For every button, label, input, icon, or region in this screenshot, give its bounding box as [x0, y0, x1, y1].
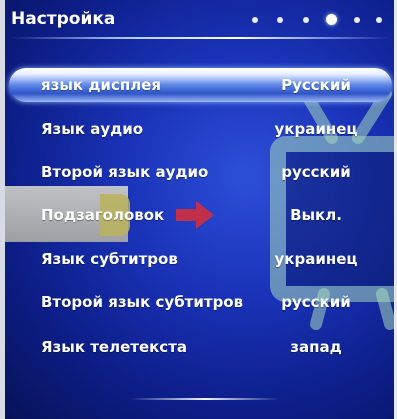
- page-dot[interactable]: [376, 17, 382, 23]
- menu-item-label: Язык телетекста: [41, 338, 188, 356]
- menu-item-value: Русский: [281, 76, 351, 94]
- menu-item-label: Подзаголовок: [41, 206, 165, 224]
- bottom-divider: [130, 398, 280, 400]
- menu-item-value: запад: [290, 338, 342, 356]
- page-dot[interactable]: [252, 17, 258, 23]
- title-divider: [10, 37, 390, 39]
- menu-item-display-language[interactable]: язык дисплея Русский: [9, 68, 392, 102]
- menu-item-audio-language[interactable]: Язык аудио украинец: [9, 112, 392, 146]
- menu-item-subtitle[interactable]: Подзаголовок Выкл.: [9, 198, 392, 232]
- menu-item-label: язык дисплея: [41, 76, 161, 94]
- menu-item-value: Выкл.: [290, 206, 342, 224]
- menu-item-value: русский: [281, 163, 351, 181]
- page-dot[interactable]: [354, 17, 360, 23]
- page-dot-active[interactable]: [326, 14, 337, 25]
- menu-item-value: русский: [281, 293, 351, 311]
- menu-item-label: Второй язык субтитров: [41, 293, 244, 311]
- page-dot[interactable]: [303, 17, 309, 23]
- menu-item-subtitle-language[interactable]: Язык субтитров украинец: [9, 242, 392, 276]
- menu-item-label: Второй язык аудио: [41, 163, 209, 181]
- menu-item-second-subtitle-language[interactable]: Второй язык субтитров русский: [9, 285, 392, 319]
- menu-item-teletext-language[interactable]: Язык телетекста запад: [9, 330, 392, 364]
- menu-item-label: Язык аудио: [41, 120, 144, 138]
- page-dot[interactable]: [277, 17, 283, 23]
- menu-item-value: украинец: [274, 250, 358, 268]
- settings-screen: Настройка язык дисплея Русский Язык ауди…: [0, 0, 397, 419]
- page-title: Настройка: [11, 9, 116, 29]
- menu-item-value: украинец: [274, 120, 358, 138]
- menu-item-second-audio-language[interactable]: Второй язык аудио русский: [9, 155, 392, 189]
- menu-item-label: Язык субтитров: [41, 250, 178, 268]
